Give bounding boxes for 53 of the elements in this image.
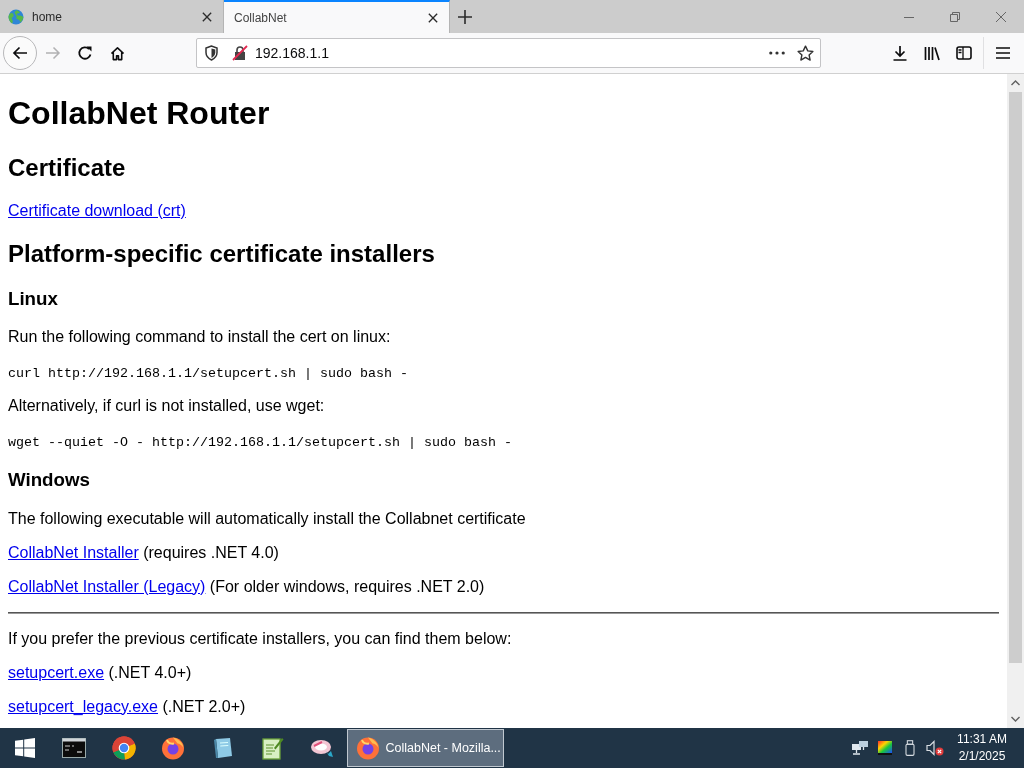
command-text: curl http://192.168.1.1/setupcert.sh | sudo bash - [8,366,408,382]
subsection-heading: Windows [8,469,90,492]
muted-speaker-icon[interactable] [926,740,944,756]
page-title: CollabNet Router [8,95,270,133]
download-icon[interactable] [892,45,908,61]
subsection-heading: Linux [8,287,58,310]
scroll-up-icon[interactable] [1011,80,1020,86]
network-icon[interactable] [851,740,869,756]
shield-icon[interactable] [204,45,219,61]
sidebar-icon[interactable] [956,45,972,61]
text-link[interactable]: CollabNet Installer [8,543,139,561]
paragraph-text: The following executable will automatically install the Collabnet certificate [8,509,526,528]
close-icon[interactable] [428,12,438,23]
browser-tab[interactable]: CollabNet [224,0,450,33]
text-link[interactable]: Certificate download (crt) [8,201,186,219]
terminal-icon[interactable] [62,736,87,760]
text-link[interactable]: setupcert.exe [8,663,105,681]
paragraph-text: If you prefer the previous certificate installers, you can find them below: [8,629,512,648]
paragraph-text: setupcert.exe (.NET 4.0+) [8,663,192,682]
insecure-lock-icon[interactable] [232,45,248,61]
scroll-down-icon[interactable] [1011,716,1020,722]
url-text[interactable]: 192.168.1.1 [255,45,329,61]
clock-date[interactable]: 2/1/2025 [958,748,1006,765]
web-browser-icon[interactable] [161,736,186,760]
paragraph-text: Run the following command to install the cert on linux: [8,328,391,347]
star-icon[interactable] [797,44,814,62]
close-icon[interactable] [202,11,212,22]
back-button[interactable] [3,36,37,70]
paragraph-text: CollabNet Installer (requires .NET 4.0) [8,543,279,562]
paragraph-text: setupcert_legacy.exe (.NET 2.0+) [8,697,246,716]
section-heading: Certificate [8,153,126,182]
section-heading: Platform-specific certificate installers [8,239,435,268]
paragraph-text: Alternatively, if curl is not installed, use wget: [8,397,325,416]
arrow-left-icon [12,45,28,61]
clock-time[interactable]: 11:31 AM [957,731,1007,748]
text-link[interactable]: setupcert_legacy.exe [8,697,158,715]
scrollbar[interactable] [1007,74,1024,728]
menu-icon[interactable] [995,45,1011,61]
plus-icon[interactable] [458,9,472,24]
address-bar[interactable]: 192.168.1.1 [196,38,821,68]
library-icon[interactable] [924,45,940,61]
text-link[interactable]: CollabNet Installer (Legacy) [8,577,206,595]
windows-logo-icon[interactable] [14,738,35,758]
more-icon[interactable] [769,51,785,55]
text-editor-icon[interactable] [260,736,285,760]
web-browser-icon [355,736,380,760]
color-display-icon[interactable] [876,740,894,756]
home-icon[interactable] [109,45,125,61]
reload-icon[interactable] [77,45,93,61]
browser-icon[interactable] [111,736,136,760]
command-text: wget --quiet -O - http://192.168.1.1/setupcert.sh | sudo bash - [8,435,512,451]
paragraph-text: CollabNet Installer (Legacy) (For older windows, requires .NET 2.0) [8,577,485,596]
taskbar-window-button[interactable]: CollabNet - Mozilla... [346,729,504,767]
